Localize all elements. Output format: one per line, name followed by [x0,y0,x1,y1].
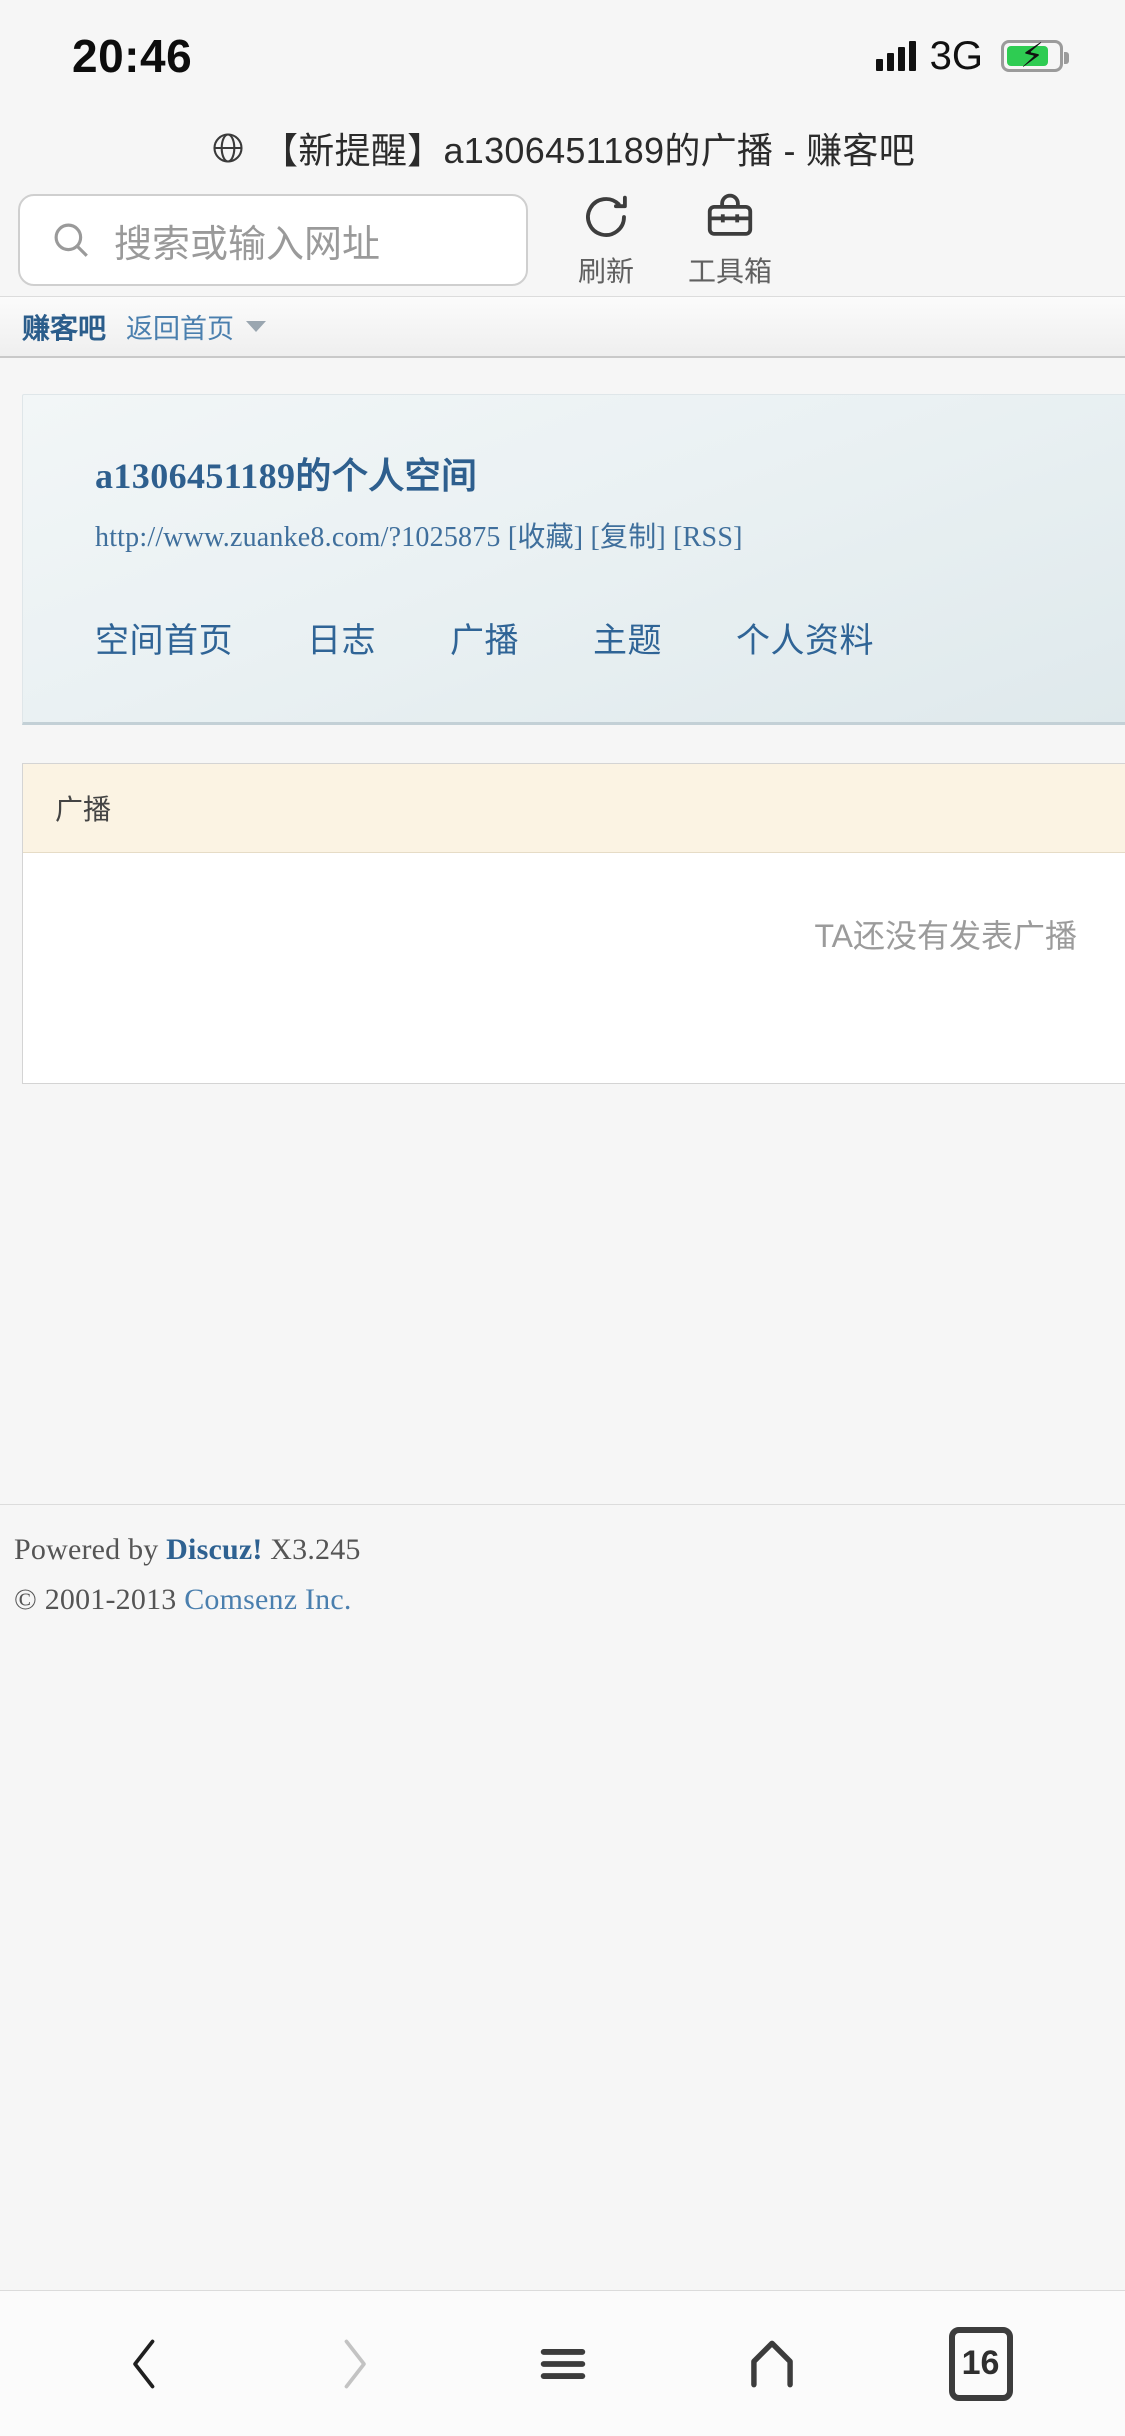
site-home-link[interactable]: 返回首页 [126,307,234,346]
tab-threads[interactable]: 主题 [593,613,662,662]
chevron-down-icon[interactable] [246,321,267,332]
site-nav-bar: 赚客吧 返回首页 [0,296,1125,358]
profile-name[interactable]: a1306451189的个人空间 [95,447,1125,499]
page-title-row: 【新提醒】a1306451189的广播 - 赚客吧 [0,112,1125,184]
status-bar: 20:46 3G ⚡ [0,0,1125,112]
footer-version: X3.245 [262,1533,361,1566]
browser-bottom-bar: 16 [0,2290,1125,2436]
tab-blog[interactable]: 日志 [307,613,376,662]
refresh-icon [579,190,633,244]
browser-toolbar: 搜索或输入网址 刷新 工具箱 [0,184,1125,296]
footer-copyright: © 2001-2013 Comsenz Inc. [14,1583,1125,1617]
back-button[interactable] [90,2309,200,2419]
profile-card: a1306451189的个人空间 http://www.zuanke8.com/… [22,394,1125,725]
profile-tabs: 空间首页 日志 广播 主题 个人资料 [23,555,1125,722]
charging-bolt-icon: ⚡ [1020,37,1044,75]
footer-powered-by: Powered by Discuz! X3.245 [14,1533,1125,1567]
panel-header-title: 广播 [55,794,112,825]
menu-button[interactable] [508,2309,618,2419]
toolbox-icon [703,190,757,244]
profile-url-line: http://www.zuanke8.com/?1025875 [收藏] [复制… [95,515,1125,555]
status-bar-indicators: 3G ⚡ [875,33,1069,79]
page-footer: Powered by Discuz! X3.245 © 2001-2013 Co… [0,1504,1125,1617]
globe-icon [210,130,246,166]
forward-button[interactable] [299,2309,409,2419]
status-bar-time: 20:46 [72,30,193,82]
site-brand-link[interactable]: 赚客吧 [22,307,106,347]
toolbox-button[interactable]: 工具箱 [684,190,776,290]
footer-powered-prefix: Powered by [14,1533,167,1566]
signal-bars-icon [875,41,916,71]
tab-space-home[interactable]: 空间首页 [95,613,233,662]
status-bar-network: 3G [929,33,983,78]
toolbox-label: 工具箱 [687,256,772,287]
search-placeholder: 搜索或输入网址 [114,223,381,266]
menu-icon [540,2348,585,2379]
discuz-link[interactable]: Discuz! [166,1533,262,1566]
forward-icon [344,2339,366,2388]
refresh-button[interactable]: 刷新 [560,190,652,290]
phone-screen: 20:46 3G ⚡ 【新提醒】a1306451189的广播 - 赚客吧 搜索或… [0,0,1125,2436]
home-button[interactable] [717,2309,827,2419]
tab-switcher-button[interactable]: 16 [926,2309,1036,2419]
tab-profile-info[interactable]: 个人资料 [736,613,874,662]
profile-url-actions[interactable]: [收藏] [复制] [RSS] [508,522,743,553]
panel-body: TA还没有发表广播 [23,853,1125,1083]
tab-broadcast[interactable]: 广播 [450,613,519,662]
refresh-label: 刷新 [577,256,634,287]
footer-copyright-prefix: © 2001-2013 [14,1583,185,1616]
broadcast-panel: 广播 TA还没有发表广播 [22,763,1125,1084]
profile-url[interactable]: http://www.zuanke8.com/?1025875 [95,522,501,553]
empty-state-message: TA还没有发表广播 [814,918,1077,954]
back-icon [132,2339,154,2388]
panel-header: 广播 [23,764,1125,853]
battery-charging-icon: ⚡ [1001,37,1069,75]
home-icon [750,2340,793,2387]
comsenz-link[interactable]: Comsenz Inc. [184,1583,351,1616]
web-content: a1306451189的个人空间 http://www.zuanke8.com/… [0,358,1125,2290]
tab-count-badge: 16 [948,2326,1013,2401]
search-input[interactable]: 搜索或输入网址 [18,194,528,286]
search-icon [50,219,92,261]
page-title: 【新提醒】a1306451189的广播 - 赚客吧 [261,130,916,171]
